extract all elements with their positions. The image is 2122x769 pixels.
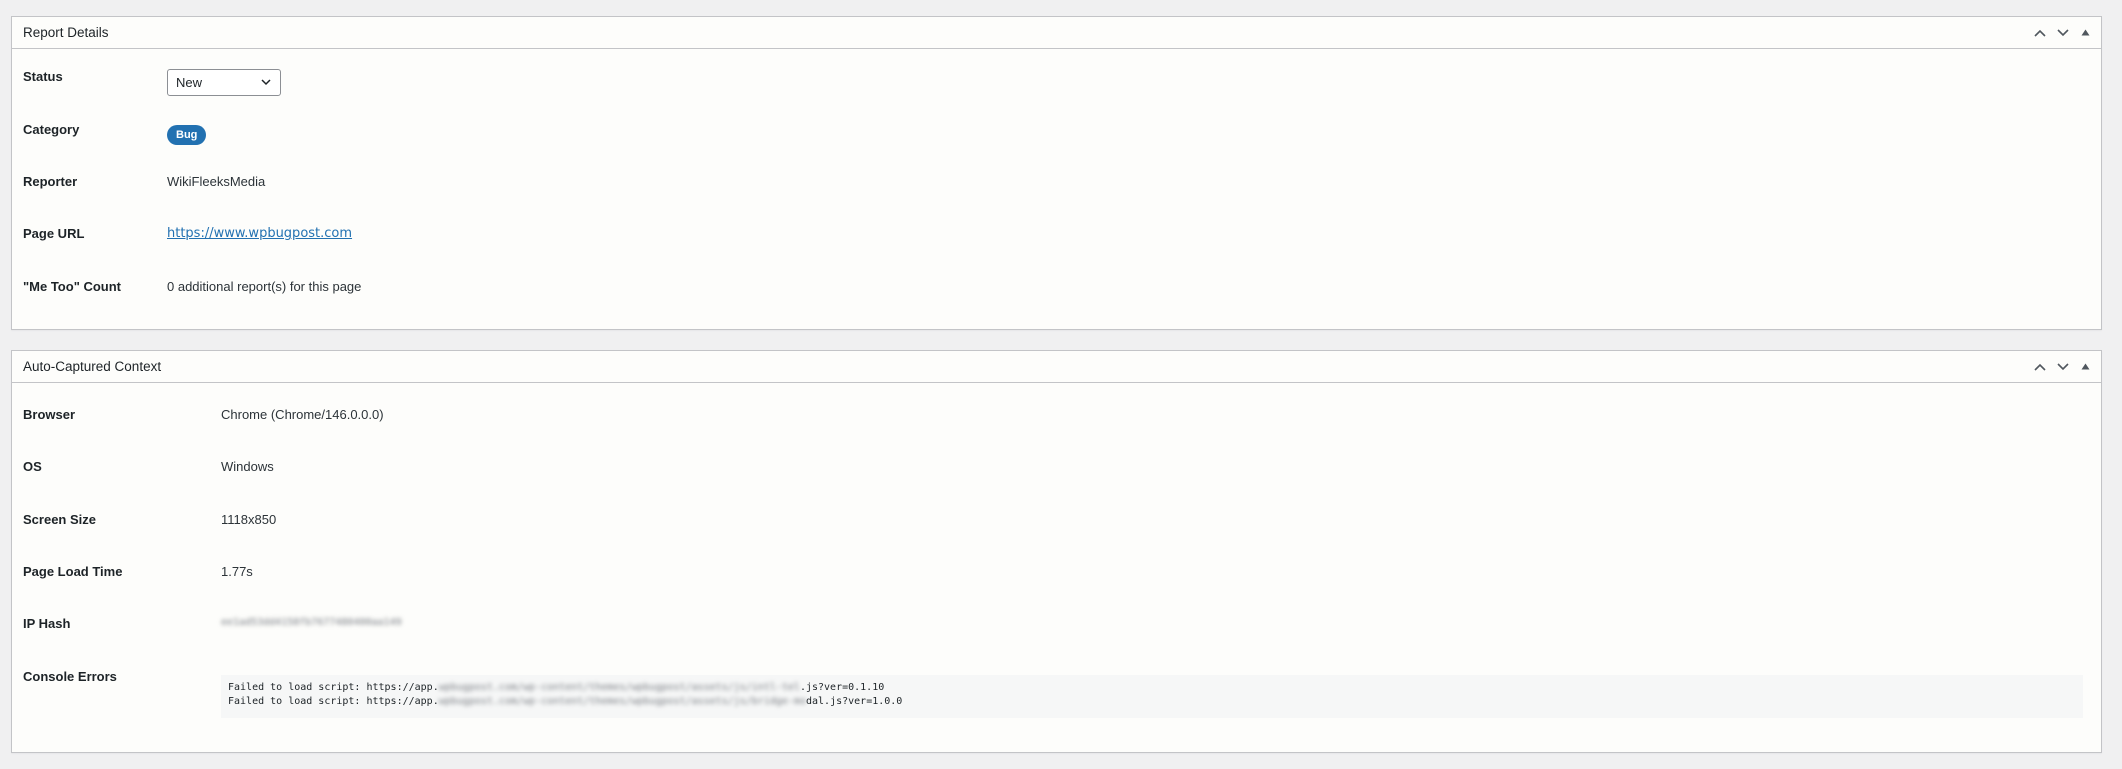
move-down-button[interactable] — [2051, 18, 2074, 48]
console-line-redacted: wpbugpost.com/wp-content/themes/wpbugpos… — [438, 682, 800, 693]
report-details-title: Report Details — [23, 25, 109, 40]
me-too-value: 0 additional report(s) for this page — [167, 279, 362, 294]
status-row: Status — [23, 69, 63, 84]
report-details-header: Report Details — [12, 17, 2101, 49]
page-url-row: Page URL — [23, 226, 84, 241]
os-label: OS — [23, 459, 42, 474]
category-label: Category — [23, 122, 80, 137]
chevron-up-icon — [2033, 363, 2046, 371]
screen-size-value: 1118x850 — [221, 512, 277, 527]
triangle-up-icon — [2081, 29, 2090, 36]
browser-value: Chrome (Chrome/146.0.0.0) — [221, 407, 384, 422]
console-line-suffix: .js?ver=0.1.10 — [799, 682, 885, 693]
category-badge: Bug — [167, 125, 207, 145]
ip-hash-value: ee1ad53dd4158fb7677480400aa149 — [221, 617, 402, 628]
console-errors-row: Console Errors — [23, 669, 117, 684]
status-label: Status — [23, 69, 63, 84]
console-line: Failed to load script: https://app.wpbug… — [228, 695, 2076, 709]
browser-row: Browser — [23, 407, 75, 422]
ip-hash-row: IP Hash — [23, 616, 70, 631]
ip-hash-redacted: ee1ad53dd4158fb7677480400aa149 — [221, 617, 402, 628]
chevron-down-icon — [2056, 28, 2069, 36]
toggle-panel-button[interactable] — [2074, 352, 2097, 382]
os-row: OS — [23, 459, 42, 474]
me-too-row: "Me Too" Count — [23, 279, 121, 294]
context-header: Auto-Captured Context — [12, 351, 2101, 383]
move-up-button[interactable] — [2028, 18, 2051, 48]
screen-size-label: Screen Size — [23, 512, 96, 527]
context-title: Auto-Captured Context — [23, 359, 162, 374]
status-select-value: New — [176, 75, 203, 90]
console-line-prefix: Failed to load script: https://app. — [228, 682, 439, 693]
move-up-button[interactable] — [2028, 352, 2051, 382]
page-url-link[interactable]: https://www.wpbugpost.com — [167, 226, 352, 241]
category-value: Bug — [167, 125, 207, 145]
reporter-row: Reporter — [23, 174, 77, 189]
load-time-value: 1.77s — [221, 564, 253, 579]
move-down-button[interactable] — [2051, 352, 2074, 382]
browser-label: Browser — [23, 407, 76, 422]
report-details-panel: Report Details Status New Category Bug R… — [11, 16, 2102, 330]
console-line-suffix: dal.js?ver=1.0.0 — [805, 696, 903, 707]
ip-hash-label: IP Hash — [23, 616, 71, 631]
page-url-label: Page URL — [23, 226, 85, 241]
reporter-value: WikiFleeksMedia — [167, 174, 266, 189]
panel-handle-actions — [2028, 351, 2101, 382]
category-row: Category — [23, 122, 79, 137]
reporter-label: Reporter — [23, 174, 78, 189]
chevron-down-icon — [2056, 362, 2069, 370]
console-line: Failed to load script: https://app.wpbug… — [228, 681, 2076, 695]
console-errors-label: Console Errors — [23, 669, 117, 684]
chevron-down-icon — [261, 79, 271, 86]
os-value: Windows — [221, 459, 274, 474]
load-time-label: Page Load Time — [23, 564, 123, 579]
console-line-prefix: Failed to load script: https://app. — [228, 696, 439, 707]
triangle-up-icon — [2081, 363, 2090, 370]
load-time-row: Page Load Time — [23, 564, 122, 579]
toggle-panel-button[interactable] — [2074, 18, 2097, 48]
auto-captured-context-panel: Auto-Captured Context Browser Chrome (Ch… — [11, 350, 2102, 753]
console-line-redacted: wpbugpost.com/wp-content/themes/wpbugpos… — [438, 696, 806, 707]
me-too-label: "Me Too" Count — [23, 279, 122, 294]
console-errors-output: Failed to load script: https://app.wpbug… — [221, 675, 2083, 718]
screen-size-row: Screen Size — [23, 512, 96, 527]
panel-handle-actions — [2028, 17, 2101, 48]
status-select[interactable]: New — [167, 69, 281, 96]
chevron-up-icon — [2033, 29, 2046, 37]
